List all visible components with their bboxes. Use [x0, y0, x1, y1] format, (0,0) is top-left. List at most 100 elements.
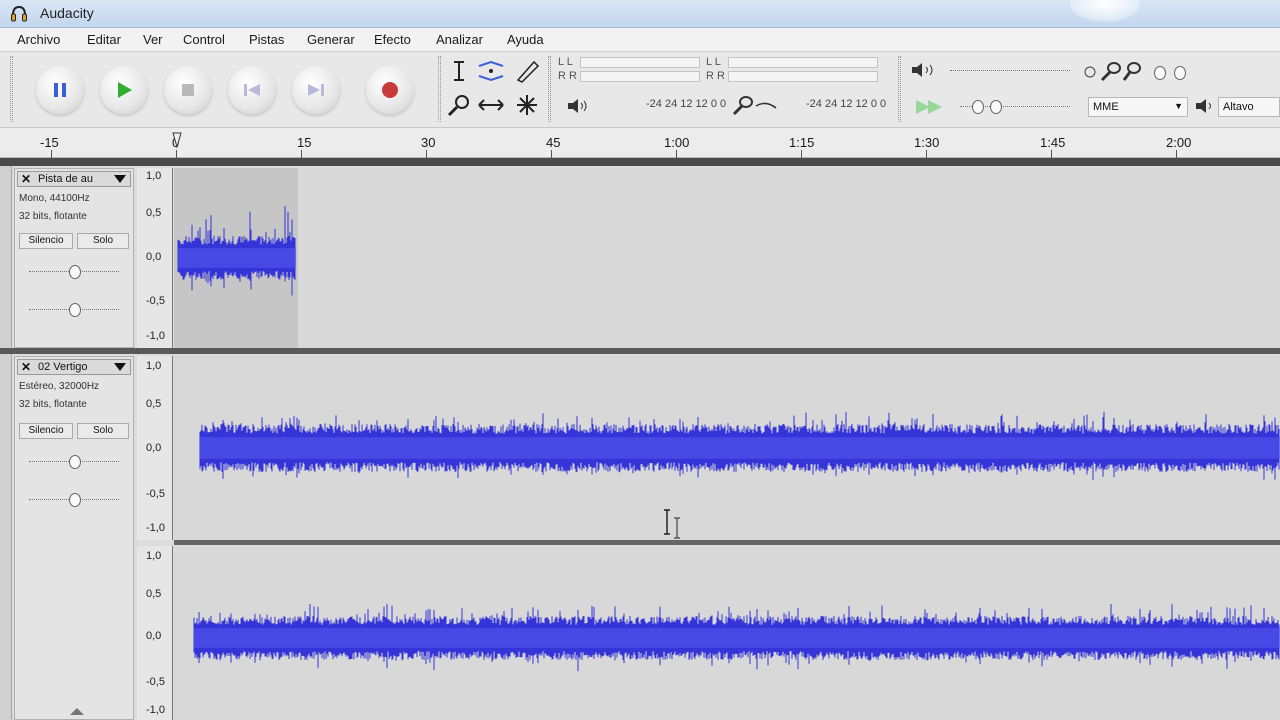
playhead-marker-icon[interactable] [172, 132, 182, 148]
play-icon [118, 82, 132, 98]
track-1-control-panel[interactable]: ✕ Pista de au Mono, 44100Hz 32 bits, flo… [14, 168, 134, 348]
track-2-left-waveform-area[interactable] [174, 356, 1280, 540]
track-2-right-waveform [193, 604, 1280, 672]
track-2-mute-button[interactable]: Silencio [19, 423, 73, 439]
stop-button[interactable] [164, 66, 212, 114]
vscale-label: -1,0 [146, 522, 165, 534]
record-meter-right[interactable] [728, 71, 878, 82]
vscale-label: -0,5 [146, 488, 165, 500]
ruler-label: 30 [421, 135, 436, 150]
multi-tool-button[interactable] [512, 92, 542, 118]
toolbar-grip-mixer[interactable] [898, 56, 901, 122]
vscale-label: -0,5 [146, 676, 165, 688]
menu-efecto[interactable]: Efecto [374, 32, 411, 47]
ruler-label: 1:30 [914, 135, 940, 150]
input-volume-knob[interactable] [1154, 66, 1166, 80]
menu-ver[interactable]: Ver [143, 32, 163, 47]
track-left-edge [0, 166, 12, 720]
track-1-gain-knob[interactable] [69, 265, 81, 279]
vscale-label: 0,0 [146, 630, 162, 642]
track-2-pan-knob[interactable] [69, 493, 81, 507]
menu-pistas[interactable]: Pistas [249, 32, 284, 47]
ibeam-cursor-icon [664, 509, 680, 539]
track-2-name-menu[interactable]: 02 Vertigo [38, 361, 88, 373]
toolbar-grip-tools[interactable] [438, 56, 441, 122]
vscale-label: 1,0 [146, 550, 162, 562]
vscale-label: -1,0 [146, 330, 165, 342]
vscale-label: 1,0 [146, 170, 162, 182]
title-bar: Audacity [0, 0, 1280, 28]
track-separator[interactable] [0, 348, 1280, 354]
skip-end-icon [308, 84, 324, 96]
timeshift-tool-button[interactable] [476, 92, 506, 118]
skip-to-start-button[interactable] [228, 66, 276, 114]
menu-control[interactable]: Control [183, 32, 225, 47]
track-2-header: ✕ 02 Vertigo [17, 359, 131, 375]
speaker-icon [568, 99, 587, 113]
vscale-label: 0,0 [146, 442, 162, 454]
track-2-solo-button[interactable]: Solo [77, 423, 129, 439]
window-title: Audacity [40, 5, 94, 21]
track-1-close-button[interactable]: ✕ [21, 172, 31, 186]
track-2-right-waveform-area[interactable] [174, 546, 1280, 720]
playback-speed-knob[interactable] [972, 100, 984, 114]
play-button[interactable] [100, 66, 148, 114]
meter-left-label-2: L L [706, 56, 721, 68]
audio-host-select[interactable]: MME ▼ [1088, 97, 1188, 117]
ruler-label: -15 [40, 135, 59, 150]
track-2-control-panel[interactable]: ✕ 02 Vertigo Estéreo, 32000Hz 32 bits, f… [14, 356, 134, 720]
menu-archivo[interactable]: Archivo [17, 32, 60, 47]
record-meter-left[interactable] [728, 57, 878, 68]
toolbar-grip[interactable] [10, 56, 13, 122]
ruler-label: 1:45 [1040, 135, 1066, 150]
skip-start-icon [244, 84, 260, 96]
playback-meter-right[interactable] [580, 71, 700, 82]
track-1-solo-button[interactable]: Solo [77, 233, 129, 249]
ruler-tick [1051, 150, 1052, 158]
output-device-select[interactable]: Altavo [1218, 97, 1280, 117]
vscale-label: 0,5 [146, 588, 162, 600]
playback-meter-left[interactable] [580, 57, 700, 68]
ruler-tick [551, 150, 552, 158]
track-1-pan-knob[interactable] [69, 303, 81, 317]
menu-editar[interactable]: Editar [87, 32, 121, 47]
pause-button[interactable] [36, 66, 84, 114]
track-1-bitdepth: 32 bits, flotante [19, 211, 87, 222]
meter-left-label: L L [558, 56, 573, 68]
selection-tool-button[interactable] [444, 58, 474, 84]
ruler-tick [426, 150, 427, 158]
envelope-tool-button[interactable] [476, 58, 506, 84]
input-volume-knob-2[interactable] [1174, 66, 1186, 80]
menu-ayuda[interactable]: Ayuda [507, 32, 544, 47]
timeline-ruler[interactable]: -15 0 15 30 45 1:00 1:15 1:30 1:45 2:00 [0, 128, 1280, 158]
record-button[interactable] [366, 66, 414, 114]
track-1-header: ✕ Pista de au [17, 171, 131, 187]
draw-tool-button[interactable] [512, 58, 542, 84]
track-1-mute-button[interactable]: Silencio [19, 233, 73, 249]
output-volume-icon [912, 63, 933, 77]
vscale-label: 0,5 [146, 398, 162, 410]
track-2-close-button[interactable]: ✕ [21, 360, 31, 374]
play-at-speed-icon [916, 100, 942, 114]
vscale-label: 0,0 [146, 251, 162, 263]
track-2-menu-arrow-icon[interactable] [114, 363, 126, 371]
meter-scale-a: -24 24 12 12 0 0 [646, 98, 727, 110]
ruler-label: 45 [546, 135, 561, 150]
track-1-waveform-area[interactable] [174, 168, 1280, 348]
track-2-gain-knob[interactable] [69, 455, 81, 469]
collapse-track-icon[interactable] [70, 708, 84, 715]
skip-to-end-button[interactable] [292, 66, 340, 114]
track-1-name-menu[interactable]: Pista de au [38, 173, 93, 185]
menu-generar[interactable]: Generar [307, 32, 355, 47]
menu-analizar[interactable]: Analizar [436, 32, 483, 47]
channel-separator [174, 540, 1280, 545]
playback-speed-knob-2[interactable] [990, 100, 1002, 114]
ruler-tick [926, 150, 927, 158]
ruler-label: 2:00 [1166, 135, 1192, 150]
track-1-menu-arrow-icon[interactable] [114, 175, 126, 183]
vscale-label: 1,0 [146, 360, 162, 372]
timeshift-tool-icon [478, 99, 504, 111]
toolbar-grip-meters[interactable] [548, 56, 551, 122]
ruler-tick [176, 150, 177, 158]
zoom-tool-button[interactable] [444, 92, 474, 118]
